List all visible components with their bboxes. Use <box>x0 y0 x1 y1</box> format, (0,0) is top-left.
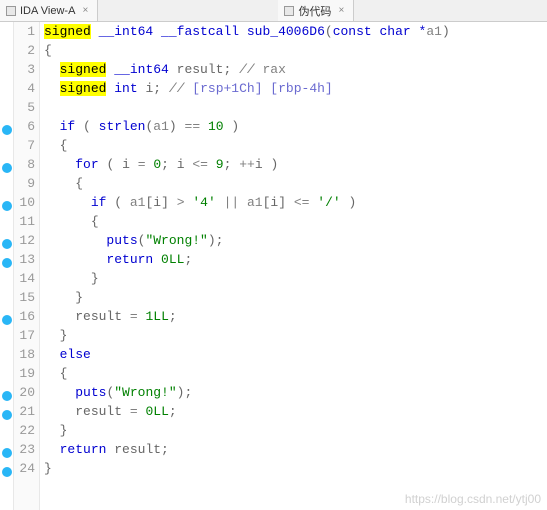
code-line[interactable]: } <box>44 269 547 288</box>
tab-icon <box>6 6 16 16</box>
breakpoint-marker[interactable] <box>0 326 13 345</box>
marker-gutter <box>0 22 14 510</box>
breakpoint-marker[interactable] <box>0 136 13 155</box>
code-line[interactable]: } <box>44 459 547 478</box>
tab-ida-view[interactable]: IDA View-A × <box>0 0 98 21</box>
breakpoint-marker[interactable] <box>0 364 13 383</box>
code-line[interactable]: } <box>44 326 547 345</box>
breakpoint-marker[interactable] <box>0 41 13 60</box>
breakpoint-marker[interactable] <box>0 269 13 288</box>
code-line[interactable]: { <box>44 41 547 60</box>
code-line[interactable]: signed __int64 __fastcall sub_4006D6(con… <box>44 22 547 41</box>
line-number: 2 <box>14 41 35 60</box>
linenum-gutter: 123456789101112131415161718192021222324 <box>14 22 40 510</box>
line-number: 23 <box>14 440 35 459</box>
tab-bar: IDA View-A × 伪代码 × <box>0 0 547 22</box>
code-line[interactable]: return 0LL; <box>44 250 547 269</box>
code-line[interactable]: signed __int64 result; // rax <box>44 60 547 79</box>
code-line[interactable]: puts("Wrong!"); <box>44 231 547 250</box>
line-number: 4 <box>14 79 35 98</box>
close-icon[interactable]: × <box>335 5 347 17</box>
code-area[interactable]: signed __int64 __fastcall sub_4006D6(con… <box>40 22 547 510</box>
line-number: 1 <box>14 22 35 41</box>
line-number: 14 <box>14 269 35 288</box>
line-number: 15 <box>14 288 35 307</box>
code-line[interactable]: { <box>44 212 547 231</box>
code-line[interactable]: if ( strlen(a1) == 10 ) <box>44 117 547 136</box>
breakpoint-marker[interactable] <box>0 212 13 231</box>
breakpoint-marker[interactable] <box>0 307 13 326</box>
breakpoint-marker[interactable] <box>0 440 13 459</box>
breakpoint-marker[interactable] <box>0 174 13 193</box>
code-line[interactable]: { <box>44 174 547 193</box>
code-line[interactable] <box>44 98 547 117</box>
breakpoint-marker[interactable] <box>0 345 13 364</box>
breakpoint-marker[interactable] <box>0 22 13 41</box>
code-line[interactable]: } <box>44 421 547 440</box>
code-line[interactable]: for ( i = 0; i <= 9; ++i ) <box>44 155 547 174</box>
breakpoint-marker[interactable] <box>0 288 13 307</box>
breakpoint-marker[interactable] <box>0 402 13 421</box>
line-number: 21 <box>14 402 35 421</box>
code-line[interactable]: puts("Wrong!"); <box>44 383 547 402</box>
breakpoint-marker[interactable] <box>0 421 13 440</box>
line-number: 19 <box>14 364 35 383</box>
line-number: 8 <box>14 155 35 174</box>
breakpoint-marker[interactable] <box>0 250 13 269</box>
breakpoint-marker[interactable] <box>0 193 13 212</box>
breakpoint-marker[interactable] <box>0 98 13 117</box>
line-number: 20 <box>14 383 35 402</box>
line-number: 16 <box>14 307 35 326</box>
line-number: 13 <box>14 250 35 269</box>
code-line[interactable]: if ( a1[i] > '4' || a1[i] <= '/' ) <box>44 193 547 212</box>
code-line[interactable]: } <box>44 288 547 307</box>
breakpoint-marker[interactable] <box>0 79 13 98</box>
line-number: 7 <box>14 136 35 155</box>
code-line[interactable]: result = 0LL; <box>44 402 547 421</box>
line-number: 11 <box>14 212 35 231</box>
code-line[interactable]: return result; <box>44 440 547 459</box>
close-icon[interactable]: × <box>79 5 91 17</box>
line-number: 22 <box>14 421 35 440</box>
breakpoint-marker[interactable] <box>0 459 13 478</box>
breakpoint-marker[interactable] <box>0 231 13 250</box>
line-number: 6 <box>14 117 35 136</box>
line-number: 9 <box>14 174 35 193</box>
breakpoint-marker[interactable] <box>0 155 13 174</box>
line-number: 3 <box>14 60 35 79</box>
breakpoint-marker[interactable] <box>0 383 13 402</box>
code-line[interactable]: signed int i; // [rsp+1Ch] [rbp-4h] <box>44 79 547 98</box>
code-line[interactable]: { <box>44 136 547 155</box>
tab-label: 伪代码 <box>298 3 331 19</box>
line-number: 10 <box>14 193 35 212</box>
breakpoint-marker[interactable] <box>0 60 13 79</box>
code-line[interactable]: result = 1LL; <box>44 307 547 326</box>
tab-label: IDA View-A <box>20 5 75 17</box>
tab-pseudocode[interactable]: 伪代码 × <box>278 0 354 21</box>
line-number: 18 <box>14 345 35 364</box>
line-number: 17 <box>14 326 35 345</box>
code-line[interactable]: { <box>44 364 547 383</box>
line-number: 24 <box>14 459 35 478</box>
tab-icon <box>284 6 294 16</box>
line-number: 5 <box>14 98 35 117</box>
code-line[interactable]: else <box>44 345 547 364</box>
line-number: 12 <box>14 231 35 250</box>
breakpoint-marker[interactable] <box>0 117 13 136</box>
code-editor[interactable]: 123456789101112131415161718192021222324 … <box>0 22 547 510</box>
